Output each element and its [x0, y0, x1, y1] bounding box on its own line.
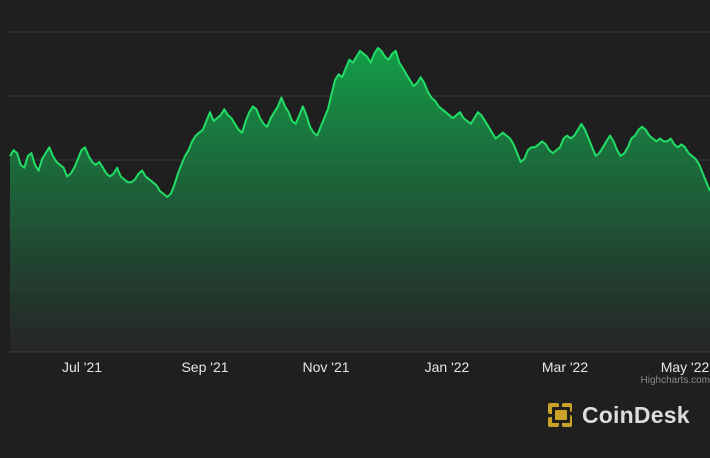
x-tick-label: Jan '22	[424, 359, 470, 375]
x-tick-label: May '22	[660, 359, 710, 375]
x-tick-label: Jul '21	[61, 359, 103, 375]
series-area	[10, 48, 710, 352]
brand-name: CoinDesk	[582, 401, 690, 428]
price-chart	[8, 31, 710, 353]
coindesk-logo-icon	[548, 403, 572, 427]
chart-credits[interactable]: Highcharts.com	[641, 375, 710, 386]
x-tick-label: Sep '21	[181, 359, 229, 375]
x-tick-label: Mar '22	[541, 359, 589, 375]
brand-logo[interactable]: CoinDesk	[546, 398, 690, 432]
x-tick-label: Nov '21	[302, 359, 350, 375]
